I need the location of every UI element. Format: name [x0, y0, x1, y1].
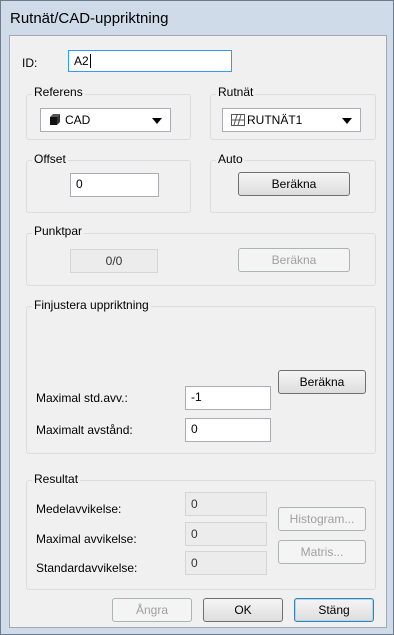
matris-button[interactable]: Matris... — [278, 540, 366, 564]
rutnat-dropdown[interactable]: RUTNÄT1 — [222, 108, 361, 132]
chevron-down-icon — [152, 118, 162, 124]
max-dist-input[interactable]: 0 — [185, 418, 271, 442]
std-value: 0 — [185, 551, 267, 575]
text-cursor — [89, 54, 91, 68]
rutnat-title: Rutnät — [216, 85, 256, 99]
finjustera-calculate-button[interactable]: Beräkna — [278, 370, 366, 394]
medel-value: 0 — [185, 492, 267, 516]
grid-icon — [231, 114, 245, 126]
referens-title: Referens — [32, 85, 85, 99]
maxavv-label: Maximal avvikelse: — [36, 532, 137, 546]
max-std-value: -1 — [191, 390, 202, 404]
medel-label: Medelavvikelse: — [36, 502, 122, 516]
offset-title: Offset — [32, 152, 68, 166]
maxavv-value: 0 — [185, 522, 267, 546]
auto-calculate-button[interactable]: Beräkna — [238, 172, 350, 196]
referens-selected: CAD — [65, 113, 91, 127]
punktpar-title: Punktpar — [32, 224, 85, 238]
std-label: Standardavvikelse: — [36, 561, 138, 575]
window-title: Rutnät/CAD-uppriktning — [10, 10, 169, 27]
offset-value: 0 — [76, 177, 83, 191]
max-dist-value: 0 — [191, 422, 198, 436]
rutnat-selected: RUTNÄT1 — [247, 113, 303, 127]
chevron-down-icon — [342, 118, 352, 124]
punktpar-calculate-button[interactable]: Beräkna — [238, 248, 350, 272]
title-bar[interactable]: Rutnät/CAD-uppriktning — [1, 1, 393, 35]
resultat-title: Resultat — [32, 472, 81, 486]
undo-button[interactable]: Ångra — [112, 598, 192, 622]
referens-dropdown[interactable]: CAD — [40, 108, 171, 132]
punktpar-value: 0/0 — [70, 249, 158, 273]
finjustera-title: Finjustera uppriktning — [32, 298, 151, 312]
auto-title: Auto — [216, 152, 245, 166]
dialog-window: Rutnät/CAD-uppriktning ID: A2 Referens C… — [0, 0, 394, 635]
dialog-client: ID: A2 Referens CAD Rutnät RUTNÄT1 Offse… — [9, 35, 387, 628]
histogram-button[interactable]: Histogram... — [278, 507, 366, 531]
max-dist-label: Maximalt avstånd: — [36, 423, 133, 437]
cube-icon — [50, 114, 60, 125]
id-label: ID: — [22, 56, 38, 70]
ok-button[interactable]: OK — [203, 598, 283, 622]
id-input-value: A2 — [74, 54, 89, 68]
offset-input[interactable]: 0 — [70, 173, 159, 197]
id-input[interactable]: A2 — [68, 50, 232, 72]
max-std-input[interactable]: -1 — [185, 386, 271, 410]
max-std-label: Maximal std.avv.: — [36, 391, 128, 405]
close-button[interactable]: Stäng — [294, 598, 374, 622]
